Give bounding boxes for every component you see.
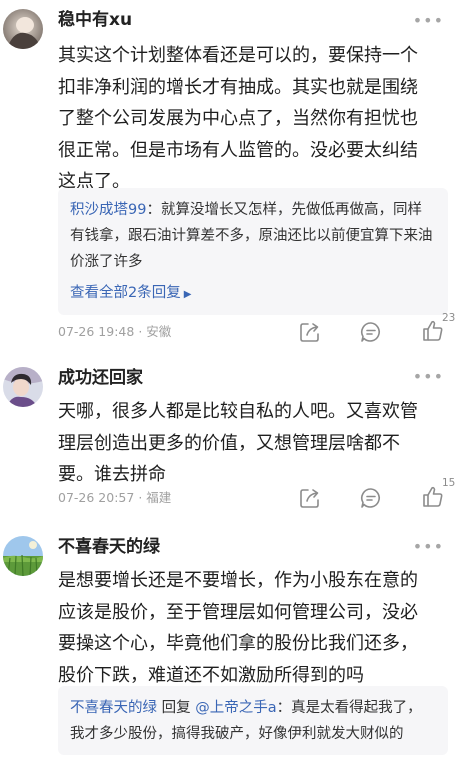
text-line: 是想要增长还是不要增长，作为小股东在意的 — [58, 570, 418, 591]
text-line: 应该是股价，至于管理层如何管理公司，没必 — [58, 601, 418, 623]
share-icon[interactable] — [298, 320, 322, 344]
reply-preview[interactable]: 积沙成塔99：就算没增长又怎样，先做低再做高，同样有钱拿，跟石油计算差不多，原油… — [58, 188, 448, 315]
avatar[interactable] — [3, 536, 43, 576]
comment-meta: 07-26 19:48 · 安徽 — [58, 324, 171, 340]
more-options-icon[interactable]: ••• — [413, 369, 444, 385]
dot-separator: · — [138, 490, 143, 505]
comment-text: 是想要增长还是不要增长，作为小股东在意的 应该是股价，至于管理层如何管理公司，没… — [58, 565, 448, 691]
comment-text: 其实这个计划整体看还是可以的，要保持一个 扣非净利润的增长才有抽成。其实也就是围… — [58, 40, 448, 198]
timestamp: 07-26 20:57 — [58, 490, 135, 505]
timestamp: 07-26 19:48 — [58, 324, 135, 339]
text-line: 要操这个心，毕竟他们拿的股份比我们还多， — [58, 633, 418, 654]
text-line: 要。谁去拼命 — [58, 464, 166, 485]
reply-text: 不喜春天的绿 回复 @上帝之手a：真是太看得起我了，我才多少股份，搞得我破产，好… — [70, 695, 436, 747]
username[interactable]: 稳中有xu — [58, 9, 132, 31]
more-options-icon[interactable]: ••• — [413, 539, 444, 555]
location: 福建 — [146, 490, 172, 505]
share-icon[interactable] — [298, 486, 322, 510]
avatar[interactable] — [3, 9, 43, 49]
text-line: 理层创造出更多的价值，又想管理层啥都不 — [58, 432, 400, 454]
text-line: 扣非净利润的增长才有抽成。其实也就是围绕 — [58, 76, 418, 98]
like-count: 15 — [442, 477, 456, 489]
reply-username[interactable]: 积沙成塔99 — [70, 202, 146, 218]
reply-username[interactable]: 不喜春天的绿 — [70, 700, 157, 716]
avatar[interactable] — [3, 367, 43, 407]
text-line: 其实这个计划整体看还是可以的，要保持一个 — [58, 45, 418, 66]
text-line: 了整个公司发展为中心点了，当然你有担忧也 — [58, 108, 418, 129]
view-all-replies-label: 查看全部2条回复 — [70, 285, 181, 301]
reply-mention[interactable]: @上帝之手a — [195, 700, 276, 716]
comment-meta: 07-26 20:57 · 福建 — [58, 490, 171, 506]
reply-separator: ： — [146, 202, 161, 218]
username[interactable]: 成功还回家 — [58, 367, 143, 389]
reply-separator: ： — [276, 700, 292, 716]
text-line: 很正常。但是市场有人监管的。没必要太纠结 — [58, 139, 418, 161]
text-line: 天哪，很多人都是比较自私的人吧。又喜欢管 — [58, 401, 418, 422]
comment-text: 天哪，很多人都是比较自私的人吧。又喜欢管 理层创造出更多的价值，又想管理层啥都不… — [58, 396, 448, 491]
comment-icon[interactable] — [359, 486, 383, 510]
username[interactable]: 不喜春天的绿 — [58, 536, 160, 558]
comment-icon[interactable] — [359, 320, 383, 344]
like-count: 23 — [442, 312, 456, 324]
reply-to-label: 回复 — [157, 700, 196, 716]
more-options-icon[interactable]: ••• — [413, 13, 444, 29]
dot-separator: · — [138, 324, 143, 339]
reply-preview[interactable]: 不喜春天的绿 回复 @上帝之手a：真是太看得起我了，我才多少股份，搞得我破产，好… — [58, 686, 448, 755]
view-all-replies-link[interactable]: 查看全部2条回复 ▶ — [70, 283, 436, 305]
location: 安徽 — [146, 324, 172, 339]
reply-text: 积沙成塔99：就算没增长又怎样，先做低再做高，同样有钱拿，跟石油计算差不多，原油… — [70, 197, 436, 275]
caret-right-icon: ▶ — [183, 289, 192, 300]
